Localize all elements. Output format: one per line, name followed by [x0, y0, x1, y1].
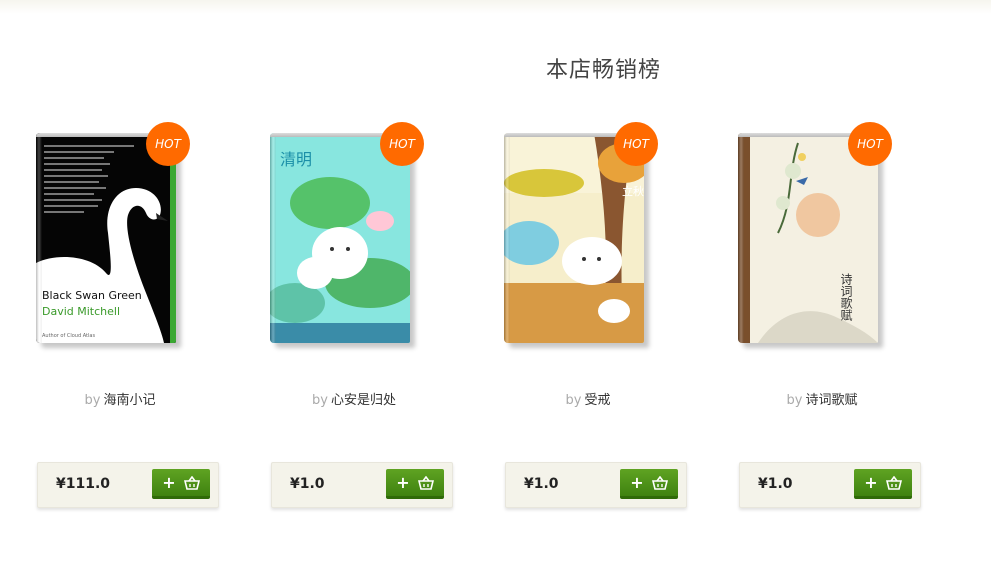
- cover-title: 立秋: [622, 184, 644, 198]
- by-label: by: [565, 393, 582, 408]
- cover-title: 清明: [280, 150, 312, 169]
- hot-badge: HOT: [614, 122, 658, 166]
- hot-badge: HOT: [380, 122, 424, 166]
- book-cover[interactable]: 立秋: [504, 133, 644, 343]
- by-label: by: [312, 393, 328, 408]
- plus-icon: +: [396, 473, 410, 492]
- plus-icon: +: [162, 473, 176, 492]
- book-author[interactable]: by 受戒: [488, 389, 688, 408]
- book-card: 诗词歌赋 HOT by 诗词歌赋 ¥1.0 +: [722, 0, 922, 564]
- add-to-cart-button[interactable]: +: [620, 469, 678, 499]
- basket-icon: [885, 475, 902, 490]
- add-to-cart-button[interactable]: +: [854, 469, 912, 499]
- cover-art: 立秋: [504, 133, 644, 343]
- add-to-cart-button[interactable]: +: [386, 469, 444, 499]
- book-card: 立秋 HOT by 受戒 ¥1.0 +: [488, 0, 688, 564]
- book-cover[interactable]: Black Swan Green David Mitchell Author o…: [36, 133, 176, 343]
- book-cover[interactable]: 诗词歌赋: [738, 133, 878, 343]
- cover-title: Black Swan Green: [42, 289, 142, 302]
- book-author[interactable]: by 心安是归处: [254, 389, 454, 408]
- book-author[interactable]: by 诗词歌赋: [722, 389, 922, 408]
- plus-icon: +: [630, 473, 644, 492]
- author-name[interactable]: 受戒: [584, 393, 610, 408]
- author-name[interactable]: 心安是归处: [331, 393, 396, 408]
- price-box: ¥1.0 +: [505, 462, 687, 508]
- price: ¥1.0: [290, 476, 325, 492]
- price: ¥1.0: [758, 476, 793, 492]
- book-card: Black Swan Green David Mitchell Author o…: [20, 0, 220, 564]
- add-to-cart-button[interactable]: +: [152, 469, 210, 499]
- price-box: ¥111.0 +: [37, 462, 219, 508]
- price: ¥111.0: [56, 476, 111, 492]
- book-author[interactable]: by 海南小记: [20, 389, 220, 408]
- cover-art: 诗词歌赋: [738, 133, 878, 343]
- plus-icon: +: [864, 473, 878, 492]
- cover-art: Black Swan Green David Mitchell Author o…: [36, 133, 176, 343]
- basket-icon: [651, 475, 668, 490]
- cover-art: 清明: [270, 133, 410, 343]
- author-name[interactable]: 诗词歌赋: [805, 393, 857, 408]
- by-label: by: [786, 393, 803, 408]
- price-box: ¥1.0 +: [739, 462, 921, 508]
- cover-author: David Mitchell: [42, 305, 120, 318]
- price: ¥1.0: [524, 476, 559, 492]
- author-name[interactable]: 海南小记: [103, 393, 155, 408]
- hot-badge: HOT: [146, 122, 190, 166]
- basket-icon: [183, 475, 200, 490]
- basket-icon: [417, 475, 434, 490]
- cover-note: Author of Cloud Atlas: [42, 333, 95, 339]
- book-cover[interactable]: 清明: [270, 133, 410, 343]
- price-box: ¥1.0 +: [271, 462, 453, 508]
- hot-badge: HOT: [848, 122, 892, 166]
- book-card: 清明 HOT by 心安是归处 ¥1.0 +: [254, 0, 454, 564]
- cover-title: 诗词歌赋: [839, 273, 853, 321]
- by-label: by: [84, 393, 101, 408]
